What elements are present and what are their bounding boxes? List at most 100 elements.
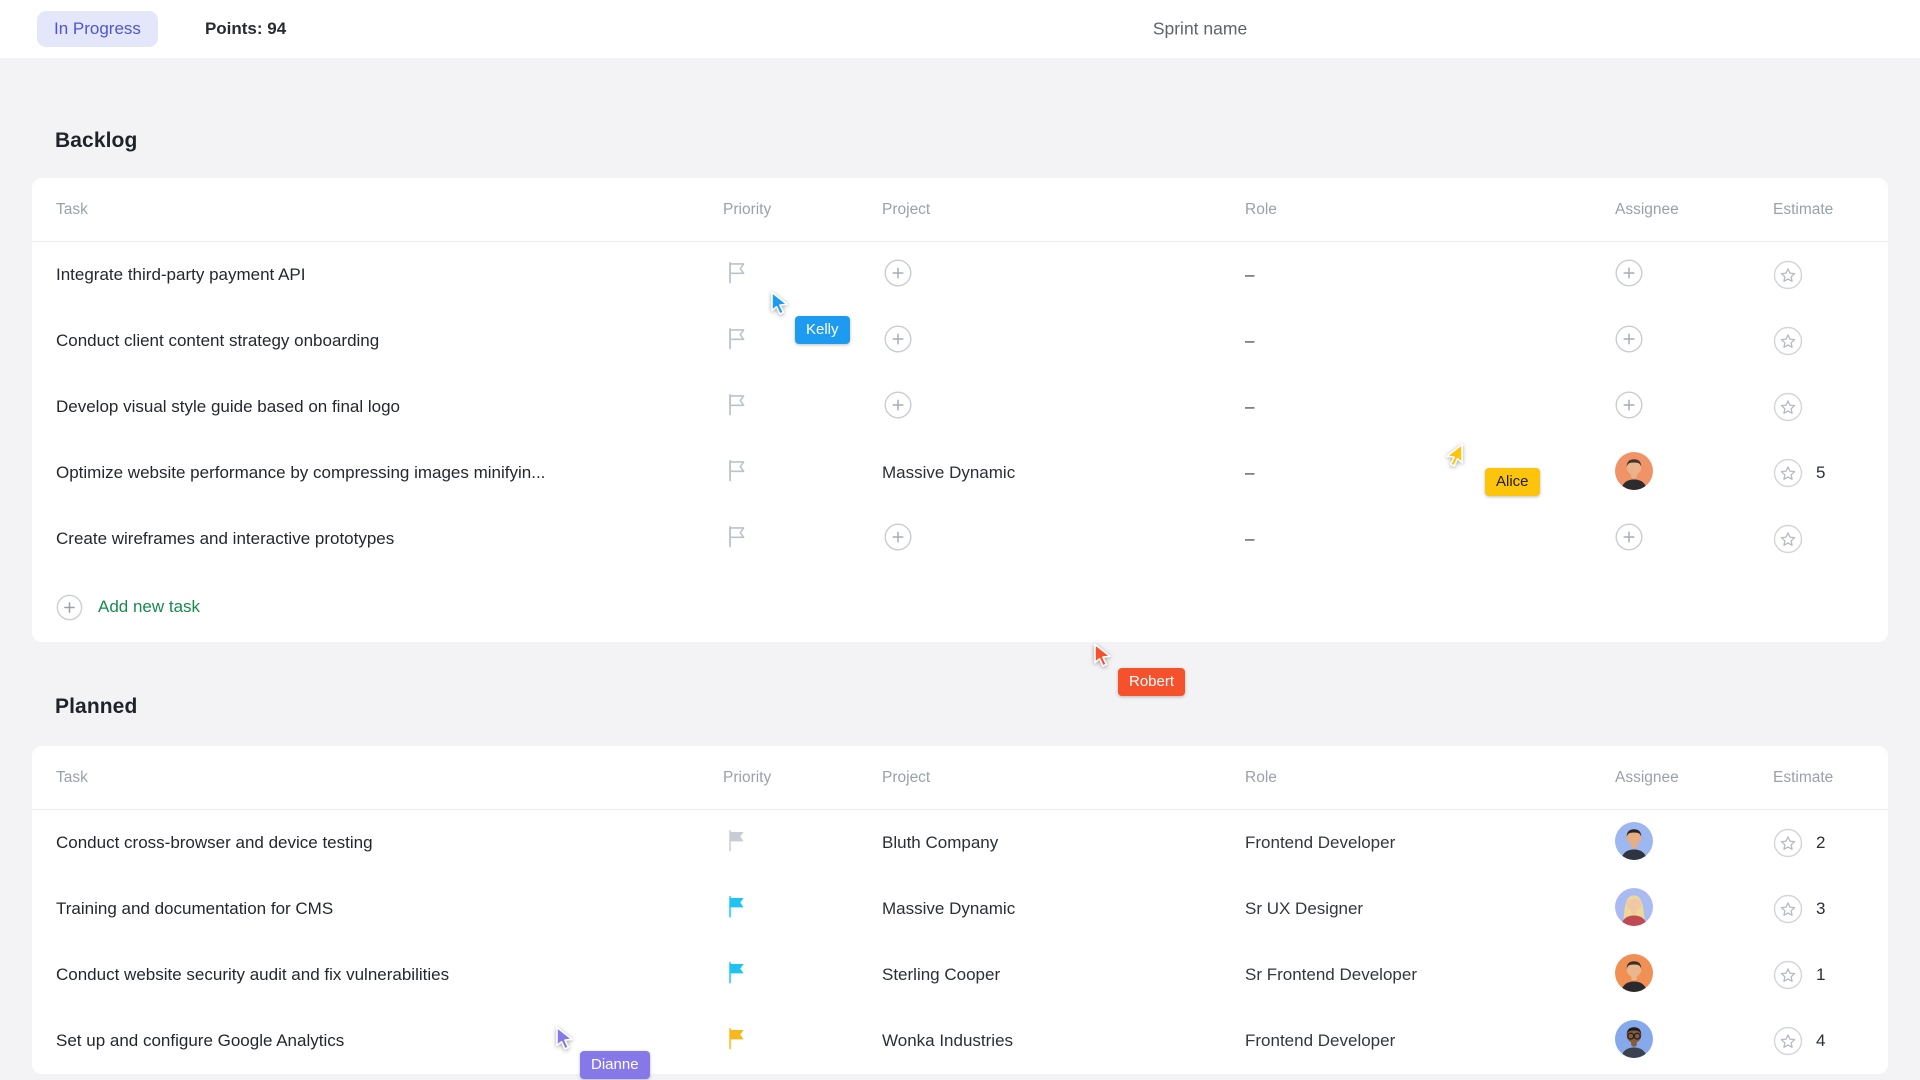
avatar-image	[1615, 452, 1653, 490]
plus-circle-icon	[1615, 391, 1643, 419]
role-value[interactable]: –	[1245, 265, 1254, 284]
estimate-star-icon	[1773, 828, 1803, 858]
role-value[interactable]: –	[1245, 331, 1254, 350]
assignee-avatar[interactable]	[1615, 452, 1653, 490]
section-heading-planned: Planned	[55, 642, 1888, 719]
task-title[interactable]: Optimize website performance by compress…	[56, 463, 723, 483]
priority-flag-button[interactable]	[724, 524, 747, 549]
column-header-assignee: Assignee	[1615, 769, 1773, 787]
plus-circle-icon	[1615, 325, 1643, 353]
task-title[interactable]: Create wireframes and interactive protot…	[56, 529, 723, 549]
add-new-task-button[interactable]: Add new task	[32, 572, 1888, 642]
task-title[interactable]: Integrate third-party payment API	[56, 265, 723, 285]
estimate-star-icon	[1773, 458, 1803, 488]
estimate-star-icon	[1773, 894, 1803, 924]
estimate-button[interactable]	[1773, 524, 1803, 554]
priority-flag-button[interactable]	[724, 458, 747, 483]
role-value[interactable]: Sr Frontend Developer	[1245, 965, 1417, 984]
column-header-priority: Priority	[723, 201, 882, 219]
plus-circle-icon	[884, 325, 912, 353]
table-row: Create wireframes and interactive protot…	[32, 506, 1888, 572]
estimate-value: 4	[1816, 1031, 1825, 1051]
role-value[interactable]: –	[1245, 397, 1254, 416]
add-project-button[interactable]	[884, 325, 912, 353]
estimate-button[interactable]	[1773, 828, 1803, 858]
role-value[interactable]: –	[1245, 529, 1254, 548]
estimate-button[interactable]	[1773, 960, 1803, 990]
table-row: Conduct website security audit and fix v…	[32, 942, 1888, 1008]
estimate-button[interactable]	[1773, 1026, 1803, 1056]
priority-flag-icon	[724, 960, 747, 985]
task-title[interactable]: Set up and configure Google Analytics	[56, 1031, 723, 1051]
assignee-avatar[interactable]	[1615, 1020, 1653, 1058]
estimate-button[interactable]	[1773, 894, 1803, 924]
priority-flag-button[interactable]	[724, 1026, 747, 1051]
add-assignee-button[interactable]	[1615, 523, 1643, 551]
avatar-image	[1615, 822, 1653, 860]
avatar-image	[1615, 888, 1653, 926]
estimate-button[interactable]	[1773, 326, 1803, 356]
add-project-button[interactable]	[884, 259, 912, 287]
plus-circle-icon	[56, 594, 83, 621]
estimate-value: 5	[1816, 463, 1825, 483]
plus-circle-icon	[884, 391, 912, 419]
add-assignee-button[interactable]	[1615, 259, 1643, 287]
column-header-role: Role	[1245, 769, 1615, 787]
priority-flag-icon	[724, 524, 747, 549]
project-name[interactable]: Massive Dynamic	[882, 463, 1015, 482]
task-title[interactable]: Conduct cross-browser and device testing	[56, 833, 723, 853]
top-bar: In Progress Points: 94 Sprint name	[0, 0, 1920, 58]
task-title[interactable]: Develop visual style guide based on fina…	[56, 397, 723, 417]
add-assignee-button[interactable]	[1615, 325, 1643, 353]
table-row: Conduct cross-browser and device testing…	[32, 810, 1888, 876]
priority-flag-button[interactable]	[724, 326, 747, 351]
priority-flag-button[interactable]	[724, 828, 747, 853]
project-name[interactable]: Sterling Cooper	[882, 965, 1000, 984]
add-assignee-button[interactable]	[1615, 391, 1643, 419]
task-title[interactable]: Conduct website security audit and fix v…	[56, 965, 723, 985]
priority-flag-button[interactable]	[724, 894, 747, 919]
priority-flag-icon	[724, 1026, 747, 1051]
planned-table-body: Conduct cross-browser and device testing…	[32, 810, 1888, 1074]
estimate-star-icon	[1773, 960, 1803, 990]
assignee-avatar[interactable]	[1615, 822, 1653, 860]
content-area: Backlog TaskPriorityProjectRoleAssigneeE…	[0, 58, 1920, 1074]
add-project-button[interactable]	[884, 391, 912, 419]
add-project-button[interactable]	[884, 523, 912, 551]
role-value[interactable]: Sr UX Designer	[1245, 899, 1363, 918]
priority-flag-button[interactable]	[724, 960, 747, 985]
section-heading-backlog: Backlog	[55, 58, 1888, 153]
table-row: Set up and configure Google Analytics Won…	[32, 1008, 1888, 1074]
project-name[interactable]: Massive Dynamic	[882, 899, 1015, 918]
column-header-role: Role	[1245, 201, 1615, 219]
estimate-star-icon	[1773, 260, 1803, 290]
estimate-star-icon	[1773, 326, 1803, 356]
estimate-value: 3	[1816, 899, 1825, 919]
role-value[interactable]: Frontend Developer	[1245, 833, 1395, 852]
backlog-card: TaskPriorityProjectRoleAssigneeEstimate …	[32, 178, 1888, 642]
status-badge[interactable]: In Progress	[37, 11, 158, 47]
assignee-avatar[interactable]	[1615, 954, 1653, 992]
priority-flag-button[interactable]	[724, 260, 747, 285]
table-row: Training and documentation for CMS Massiv…	[32, 876, 1888, 942]
role-value[interactable]: Frontend Developer	[1245, 1031, 1395, 1050]
avatar-image	[1615, 954, 1653, 992]
priority-flag-icon	[724, 392, 747, 417]
role-value[interactable]: –	[1245, 463, 1254, 482]
estimate-star-icon	[1773, 392, 1803, 422]
column-header-assignee: Assignee	[1615, 201, 1773, 219]
estimate-button[interactable]	[1773, 458, 1803, 488]
assignee-avatar[interactable]	[1615, 888, 1653, 926]
priority-flag-button[interactable]	[724, 392, 747, 417]
task-title[interactable]: Conduct client content strategy onboardi…	[56, 331, 723, 351]
estimate-button[interactable]	[1773, 260, 1803, 290]
column-header-estimate: Estimate	[1773, 769, 1864, 787]
table-row: Conduct client content strategy onboardi…	[32, 308, 1888, 374]
estimate-button[interactable]	[1773, 392, 1803, 422]
project-name[interactable]: Wonka Industries	[882, 1031, 1013, 1050]
priority-flag-icon	[724, 458, 747, 483]
planned-table-header: TaskPriorityProjectRoleAssigneeEstimate	[32, 746, 1888, 810]
task-title[interactable]: Training and documentation for CMS	[56, 899, 723, 919]
project-name[interactable]: Bluth Company	[882, 833, 998, 852]
table-row: Develop visual style guide based on fina…	[32, 374, 1888, 440]
